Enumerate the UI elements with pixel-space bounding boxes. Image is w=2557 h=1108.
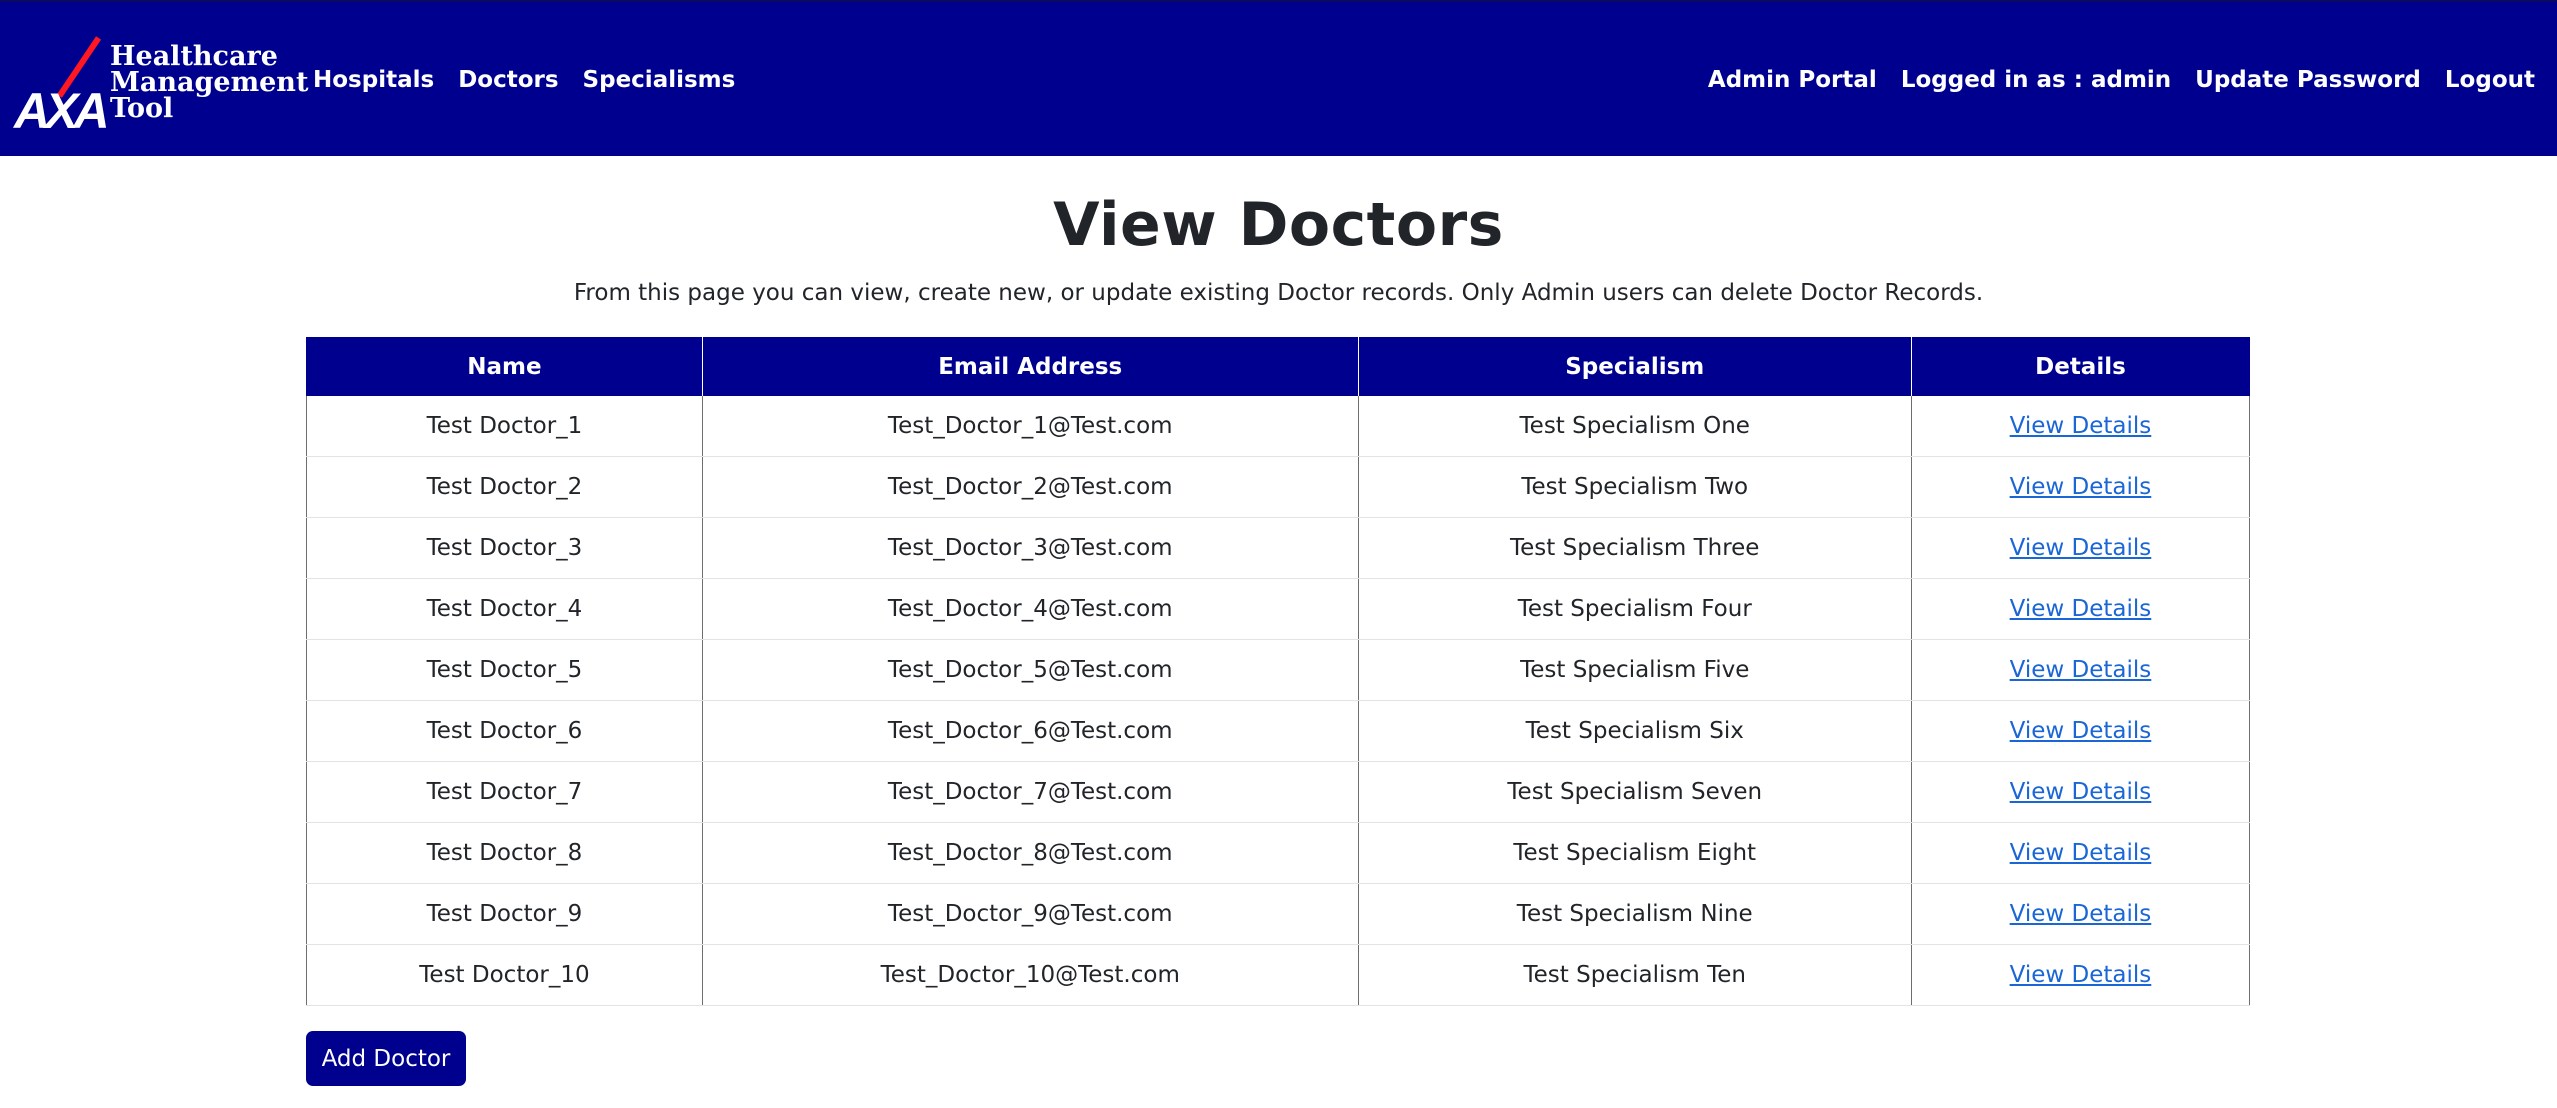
doctor-specialism-cell: Test Specialism Two (1357, 456, 1912, 518)
details-cell: View Details (1910, 822, 2251, 884)
doctor-specialism-cell: Test Specialism Five (1357, 639, 1912, 701)
doctor-name-cell: Test Doctor_8 (306, 822, 703, 884)
axa-logo-text: AXA (14, 83, 110, 139)
column-header-details: Details (1910, 337, 2251, 396)
view-details-link[interactable]: View Details (2010, 962, 2152, 988)
doctor-email-cell: Test_Doctor_5@Test.com (701, 639, 1359, 701)
table-row: Test Doctor_5 Test_Doctor_5@Test.com Tes… (306, 639, 2251, 701)
view-details-link[interactable]: View Details (2010, 840, 2152, 866)
brand-title: Healthcare Management Tool (110, 43, 308, 124)
table-row: Test Doctor_7 Test_Doctor_7@Test.com Tes… (306, 761, 2251, 823)
doctor-email-cell: Test_Doctor_1@Test.com (701, 396, 1359, 457)
doctor-email-cell: Test_Doctor_7@Test.com (701, 761, 1359, 823)
doctor-name-cell: Test Doctor_6 (306, 700, 703, 762)
details-cell: View Details (1910, 396, 2251, 457)
doctor-specialism-cell: Test Specialism Eight (1357, 822, 1912, 884)
details-cell: View Details (1910, 639, 2251, 701)
top-navbar: AXA Healthcare Management Tool Hospitals… (0, 0, 2557, 156)
table-row: Test Doctor_8 Test_Doctor_8@Test.com Tes… (306, 822, 2251, 884)
view-details-link[interactable]: View Details (2010, 779, 2152, 805)
view-details-link[interactable]: View Details (2010, 657, 2152, 683)
details-cell: View Details (1910, 700, 2251, 762)
doctor-name-cell: Test Doctor_5 (306, 639, 703, 701)
column-header-specialism: Specialism (1357, 337, 1912, 396)
doctor-name-cell: Test Doctor_10 (306, 944, 703, 1006)
nav-doctors[interactable]: Doctors (458, 67, 558, 93)
doctor-email-cell: Test_Doctor_4@Test.com (701, 578, 1359, 640)
view-details-link[interactable]: View Details (2010, 474, 2152, 500)
doctor-specialism-cell: Test Specialism Nine (1357, 883, 1912, 945)
page-description: From this page you can view, create new,… (573, 280, 1984, 306)
details-cell: View Details (1910, 944, 2251, 1006)
brand-title-line: Tool (110, 93, 174, 124)
column-header-name: Name (306, 337, 703, 396)
doctor-email-cell: Test_Doctor_8@Test.com (701, 822, 1359, 884)
doctor-email-cell: Test_Doctor_6@Test.com (701, 700, 1359, 762)
details-cell: View Details (1910, 517, 2251, 579)
view-details-link[interactable]: View Details (2010, 718, 2152, 744)
doctor-name-cell: Test Doctor_4 (306, 578, 703, 640)
table-row: Test Doctor_9 Test_Doctor_9@Test.com Tes… (306, 883, 2251, 945)
details-cell: View Details (1910, 456, 2251, 518)
table-header-row: Name Email Address Specialism Details (306, 337, 2251, 396)
table-row: Test Doctor_4 Test_Doctor_4@Test.com Tes… (306, 578, 2251, 640)
nav-update-password[interactable]: Update Password (2195, 67, 2421, 93)
doctor-email-cell: Test_Doctor_3@Test.com (701, 517, 1359, 579)
doctor-name-cell: Test Doctor_7 (306, 761, 703, 823)
nav-admin-portal[interactable]: Admin Portal (1708, 67, 1877, 93)
doctors-table: Name Email Address Specialism Details Te… (306, 337, 2251, 1006)
doctor-email-cell: Test_Doctor_2@Test.com (701, 456, 1359, 518)
nav-specialisms[interactable]: Specialisms (583, 67, 736, 93)
user-nav: Admin Portal Logged in as : admin Update… (1696, 2, 2547, 158)
details-cell: View Details (1910, 761, 2251, 823)
table-row: Test Doctor_1 Test_Doctor_1@Test.com Tes… (306, 396, 2251, 457)
doctor-specialism-cell: Test Specialism Six (1357, 700, 1912, 762)
doctor-specialism-cell: Test Specialism One (1357, 396, 1912, 457)
nav-logout[interactable]: Logout (2445, 67, 2535, 93)
doctor-name-cell: Test Doctor_3 (306, 517, 703, 579)
table-row: Test Doctor_10 Test_Doctor_10@Test.com T… (306, 944, 2251, 1006)
view-details-link[interactable]: View Details (2010, 596, 2152, 622)
doctor-name-cell: Test Doctor_1 (306, 396, 703, 457)
doctor-specialism-cell: Test Specialism Three (1357, 517, 1912, 579)
view-details-link[interactable]: View Details (2010, 413, 2152, 439)
doctor-name-cell: Test Doctor_9 (306, 883, 703, 945)
doctor-specialism-cell: Test Specialism Ten (1357, 944, 1912, 1006)
brand-logo[interactable]: AXA Healthcare Management Tool (14, 22, 308, 136)
table-row: Test Doctor_3 Test_Doctor_3@Test.com Tes… (306, 517, 2251, 579)
details-cell: View Details (1910, 883, 2251, 945)
nav-hospitals[interactable]: Hospitals (313, 67, 434, 93)
doctor-specialism-cell: Test Specialism Seven (1357, 761, 1912, 823)
doctor-email-cell: Test_Doctor_9@Test.com (701, 883, 1359, 945)
table-row: Test Doctor_6 Test_Doctor_6@Test.com Tes… (306, 700, 2251, 762)
doctor-name-cell: Test Doctor_2 (306, 456, 703, 518)
doctor-specialism-cell: Test Specialism Four (1357, 578, 1912, 640)
doctor-email-cell: Test_Doctor_10@Test.com (701, 944, 1359, 1006)
primary-nav: Hospitals Doctors Specialisms (313, 2, 747, 158)
add-doctor-button[interactable]: Add Doctor (306, 1031, 466, 1086)
view-details-link[interactable]: View Details (2010, 535, 2152, 561)
page-title: View Doctors (1053, 190, 1504, 260)
logged-in-user[interactable]: Logged in as : admin (1901, 67, 2171, 93)
view-details-link[interactable]: View Details (2010, 901, 2152, 927)
details-cell: View Details (1910, 578, 2251, 640)
column-header-email: Email Address (701, 337, 1359, 396)
table-row: Test Doctor_2 Test_Doctor_2@Test.com Tes… (306, 456, 2251, 518)
